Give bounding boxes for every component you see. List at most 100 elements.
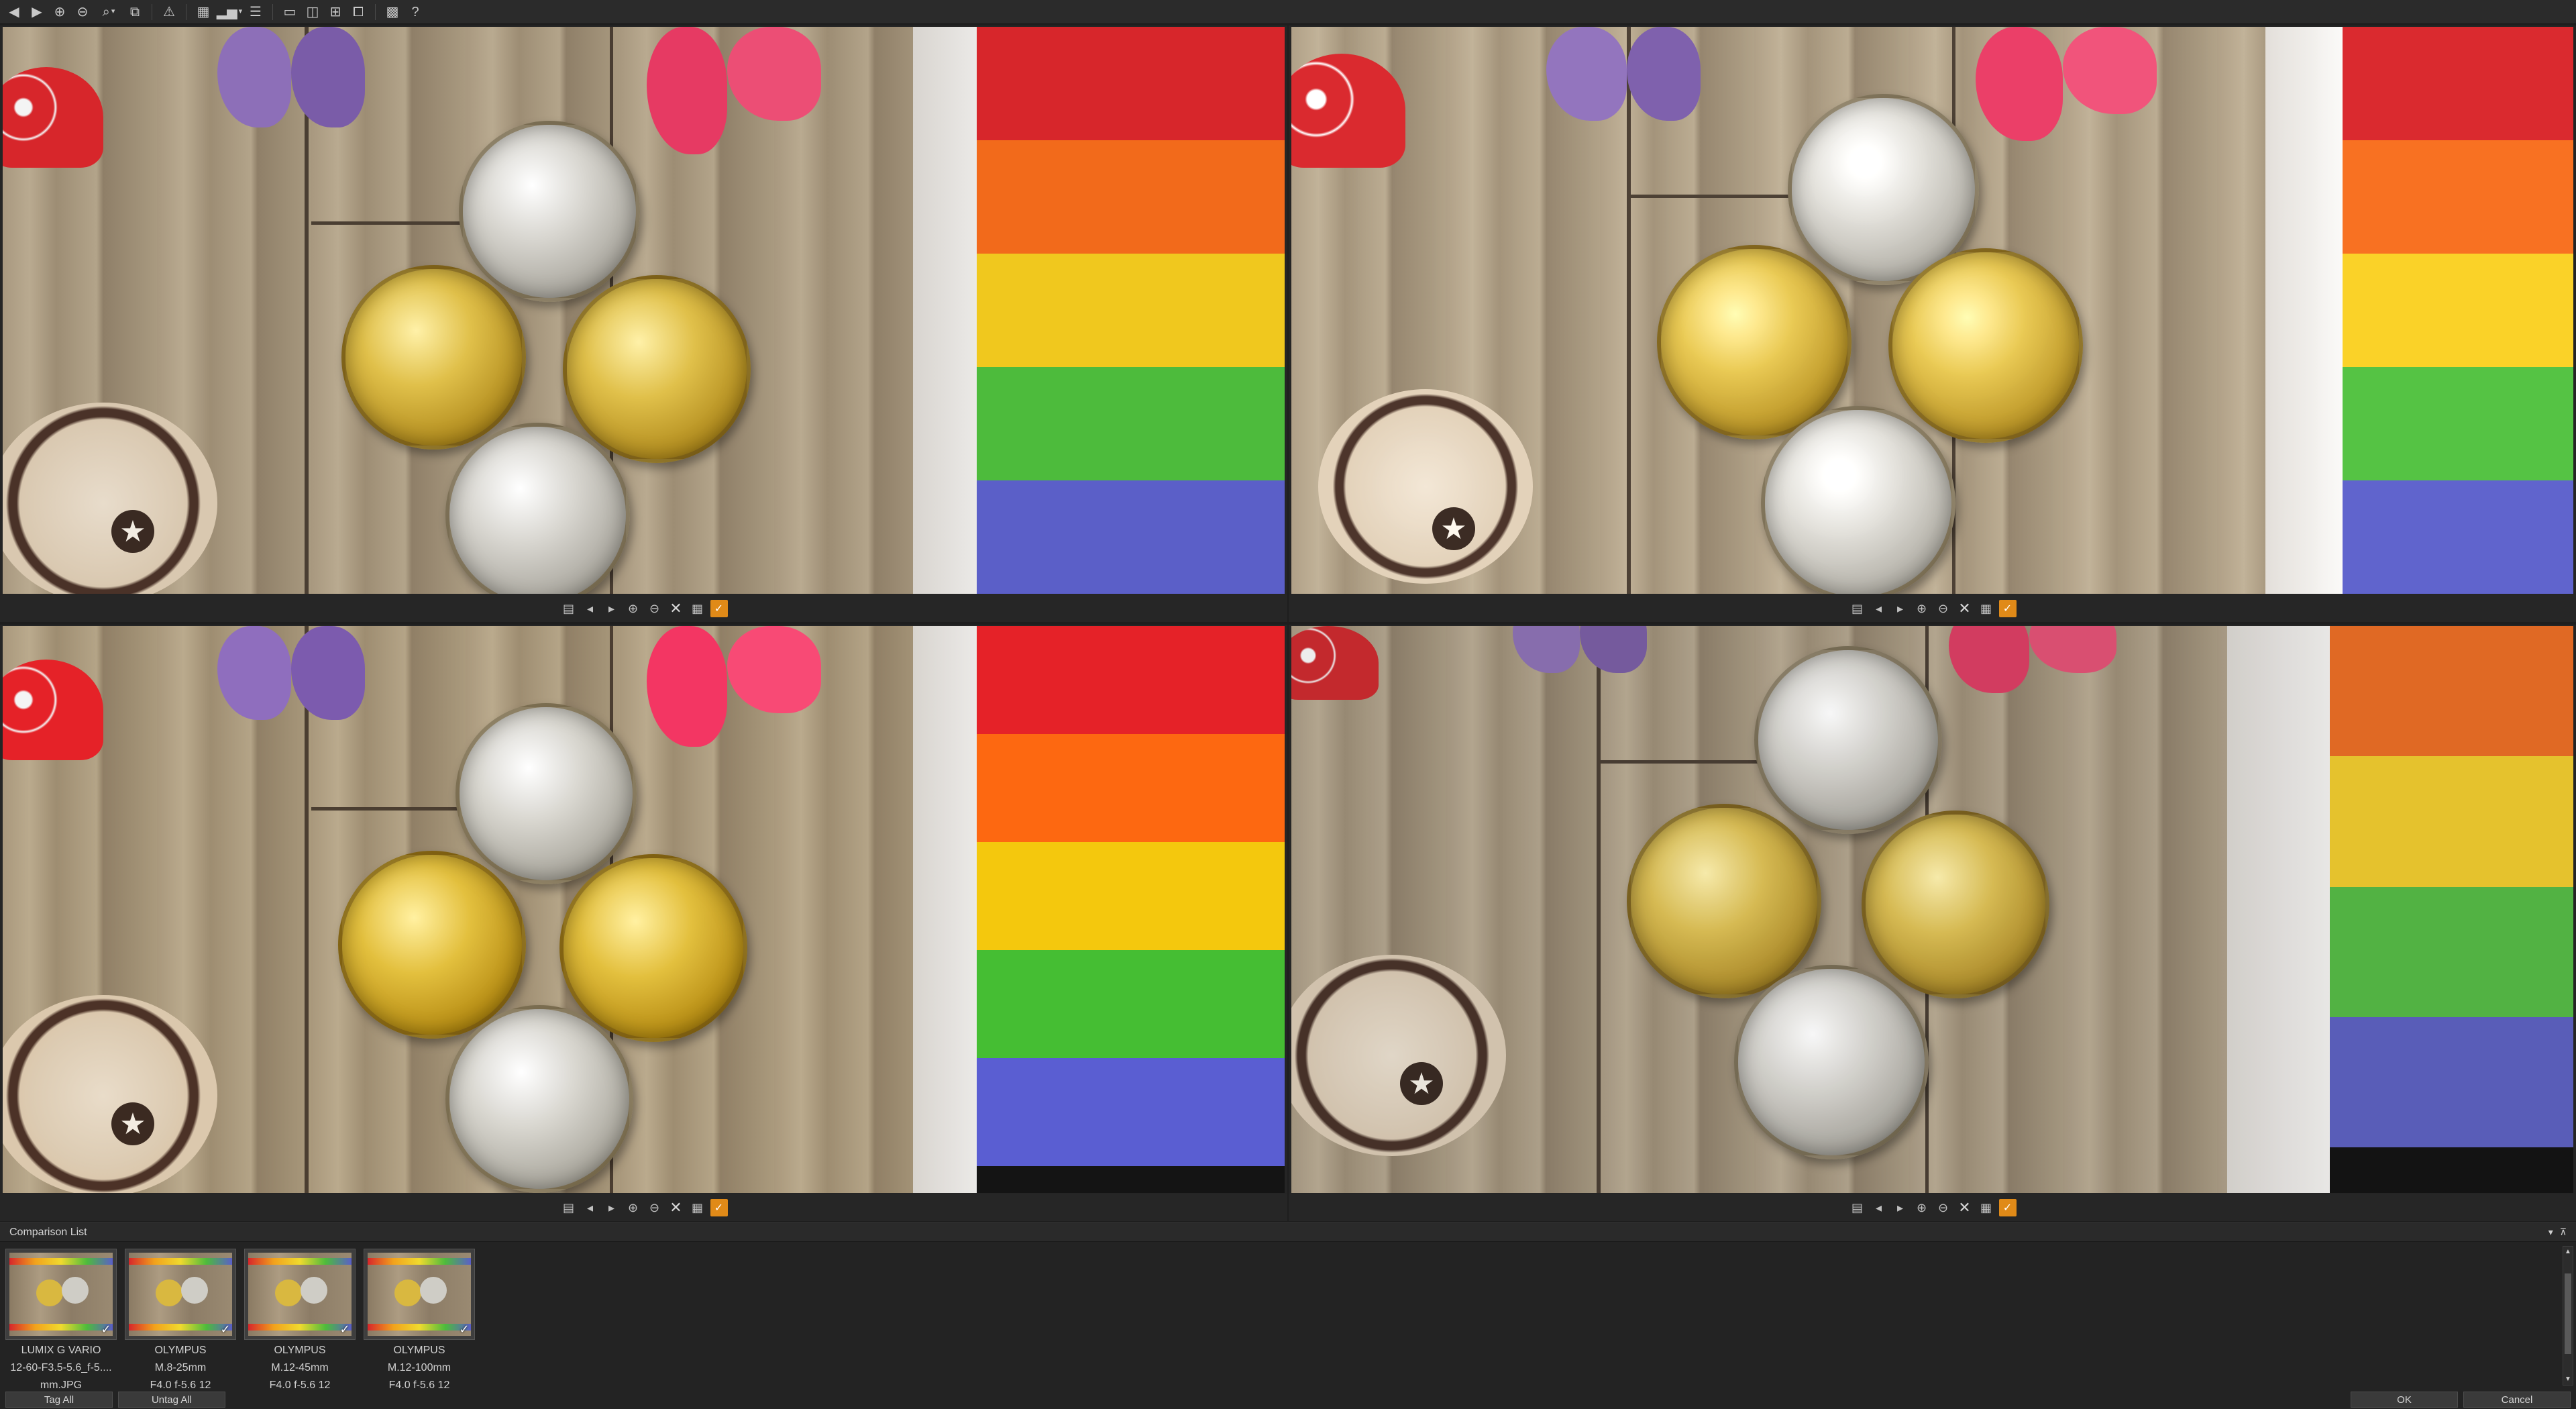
thumbnail-item[interactable]: ✓ OLYMPUS M.12-100mm F4.0 f-5.6 12	[364, 1249, 475, 1392]
star-icon: ★	[1400, 1062, 1443, 1105]
grid-view-icon[interactable]: ▩	[382, 2, 402, 22]
back-icon[interactable]: ◀	[4, 2, 24, 22]
thumbnail-frame[interactable]: ✓	[364, 1249, 475, 1340]
thumbnail-image	[129, 1253, 232, 1336]
zoom-in-icon[interactable]: ⊕	[625, 1199, 642, 1216]
zoom-dropdown-icon[interactable]: ⌕ ▾	[95, 2, 122, 22]
image-viewer[interactable]: ★	[1291, 626, 2573, 1193]
two-view-icon[interactable]: ◫	[303, 2, 323, 22]
sync-view-icon[interactable]: ⧉	[125, 2, 145, 22]
next-icon[interactable]: ▸	[1892, 1199, 1909, 1216]
remove-icon[interactable]: ✕	[1956, 600, 1974, 617]
photo-scene: ★	[1291, 626, 2573, 1193]
zoom-out-icon[interactable]: ⊖	[646, 600, 663, 617]
thumbnail-strip: ✓ LUMIX G VARIO 12-60-F3.5-5.6_f-5.... m…	[5, 1249, 475, 1392]
tag-checkbox[interactable]: ✓	[1998, 1199, 2017, 1216]
zoom-in-icon[interactable]: ⊕	[50, 2, 70, 22]
histogram-glyph: ▂▅	[216, 4, 237, 19]
compare-pane-3: ★ ▤ ◂ ▸ ⊕ ⊖ ✕ ▦ ✓	[0, 625, 1287, 1221]
four-view-icon[interactable]: ⊞	[325, 2, 345, 22]
next-icon[interactable]: ▸	[603, 600, 621, 617]
previous-icon[interactable]: ◂	[582, 600, 599, 617]
thumbnail-item[interactable]: ✓ OLYMPUS M.12-45mm F4.0 f-5.6 12	[244, 1249, 356, 1392]
grid-icon[interactable]: ▦	[1978, 1199, 1995, 1216]
photo-scene: ★	[3, 626, 1285, 1193]
checkmark-icon[interactable]: ✓	[457, 1322, 472, 1337]
comparison-list-scrollbar[interactable]: ▲ ▼	[2563, 1246, 2573, 1386]
tag-checkbox[interactable]: ✓	[710, 600, 728, 617]
thumbnail-label-line: OLYMPUS	[154, 1345, 207, 1356]
chevron-down-icon: ▾	[238, 7, 243, 15]
thumbnail-item[interactable]: ✓ LUMIX G VARIO 12-60-F3.5-5.6_f-5.... m…	[5, 1249, 117, 1392]
grid-icon[interactable]: ▦	[689, 600, 706, 617]
zoom-in-icon[interactable]: ⊕	[625, 600, 642, 617]
next-icon[interactable]: ▸	[603, 1199, 621, 1216]
image-viewer[interactable]: ★	[3, 626, 1285, 1193]
pane-toolbar: ▤ ◂ ▸ ⊕ ⊖ ✕ ▦ ✓	[1289, 595, 2576, 622]
thumbnail-label-line: M.12-45mm	[271, 1362, 329, 1373]
zoom-out-icon[interactable]: ⊖	[72, 2, 93, 22]
coin-gold-chest	[559, 854, 747, 1042]
thumbnail-frame[interactable]: ✓	[125, 1249, 236, 1340]
remove-icon[interactable]: ✕	[667, 1199, 685, 1216]
tag-checkbox[interactable]: ✓	[710, 1199, 728, 1216]
forward-icon[interactable]: ▶	[27, 2, 47, 22]
zoom-out-icon[interactable]: ⊖	[1935, 1199, 1952, 1216]
coin-silver-chest	[1761, 406, 1955, 594]
coin-gold-portrait	[341, 265, 526, 450]
save-icon[interactable]: ▤	[560, 1199, 578, 1216]
previous-icon[interactable]: ◂	[1870, 600, 1888, 617]
thumbnail-label-line: 12-60-F3.5-5.6_f-5....	[10, 1362, 112, 1373]
untag-all-button[interactable]: Untag All	[118, 1392, 225, 1408]
scroll-thumb[interactable]	[2565, 1273, 2571, 1354]
previous-icon[interactable]: ◂	[582, 1199, 599, 1216]
remove-icon[interactable]: ✕	[667, 600, 685, 617]
save-icon[interactable]: ▤	[560, 600, 578, 617]
remove-icon[interactable]: ✕	[1956, 1199, 1974, 1216]
checkmark-icon[interactable]: ✓	[337, 1322, 352, 1337]
tag-all-button[interactable]: Tag All	[5, 1392, 113, 1408]
thumbnail-item[interactable]: ✓ OLYMPUS M.8-25mm F4.0 f-5.6 12	[125, 1249, 236, 1392]
save-icon[interactable]: ▤	[1849, 600, 1866, 617]
star-icon: ★	[1432, 507, 1475, 550]
thumbnail-image	[368, 1253, 471, 1336]
thumbnail-label-line: OLYMPUS	[393, 1345, 445, 1356]
ok-button[interactable]: OK	[2351, 1392, 2458, 1408]
thumbnail-frame[interactable]: ✓	[244, 1249, 356, 1340]
histogram-icon[interactable]: ▂▅ ▾	[216, 2, 243, 22]
image-viewer[interactable]: ★	[1291, 27, 2573, 594]
compare-pane-1: ★ ▤ ◂ ▸ ⊕ ⊖ ✕ ▦ ✓	[0, 25, 1287, 622]
compare-pane-4: ★ ▤ ◂ ▸ ⊕ ⊖ ✕ ▦ ✓	[1289, 625, 2576, 1221]
grid-icon[interactable]: ▦	[689, 1199, 706, 1216]
single-view-icon[interactable]: ▭	[280, 2, 300, 22]
scroll-up-icon[interactable]: ▲	[2563, 1247, 2573, 1257]
help-icon[interactable]: ?	[405, 2, 425, 22]
coin-gold-portrait	[1627, 804, 1821, 998]
tag-checkbox[interactable]: ✓	[1998, 600, 2017, 617]
chevron-down-icon[interactable]: ▾	[2548, 1227, 2553, 1238]
scroll-down-icon[interactable]: ▼	[2563, 1374, 2573, 1385]
zoom-out-icon[interactable]: ⊖	[1935, 600, 1952, 617]
zoom-in-icon[interactable]: ⊕	[1913, 1199, 1931, 1216]
info-panel-icon[interactable]: ☰	[246, 2, 266, 22]
next-icon[interactable]: ▸	[1892, 600, 1909, 617]
save-icon[interactable]: ▤	[1849, 1199, 1866, 1216]
grid-icon[interactable]: ▦	[1978, 600, 1995, 617]
pin-icon[interactable]: ⊼	[2560, 1227, 2567, 1238]
layout-icon[interactable]: ▦	[193, 2, 213, 22]
warning-icon[interactable]: ⚠	[159, 2, 179, 22]
multi-view-icon[interactable]: ⧠	[348, 2, 368, 22]
checkmark-icon[interactable]: ✓	[218, 1322, 233, 1337]
zoom-in-icon[interactable]: ⊕	[1913, 600, 1931, 617]
coin-silver-portrait	[455, 703, 637, 884]
zoom-out-icon[interactable]: ⊖	[646, 1199, 663, 1216]
previous-icon[interactable]: ◂	[1870, 1199, 1888, 1216]
thumbnail-frame[interactable]: ✓	[5, 1249, 117, 1340]
comparison-list-panel: Comparison List ▾ ⊼ ✓ LUMIX G VARIO 12-6…	[0, 1222, 2576, 1409]
image-viewer[interactable]: ★	[3, 27, 1285, 594]
checkmark-icon[interactable]: ✓	[99, 1322, 113, 1337]
toolbar-divider	[375, 3, 376, 20]
cancel-button[interactable]: Cancel	[2463, 1392, 2571, 1408]
coin-gold-chest	[1862, 811, 2049, 998]
coin-silver-chest	[1734, 965, 1929, 1159]
